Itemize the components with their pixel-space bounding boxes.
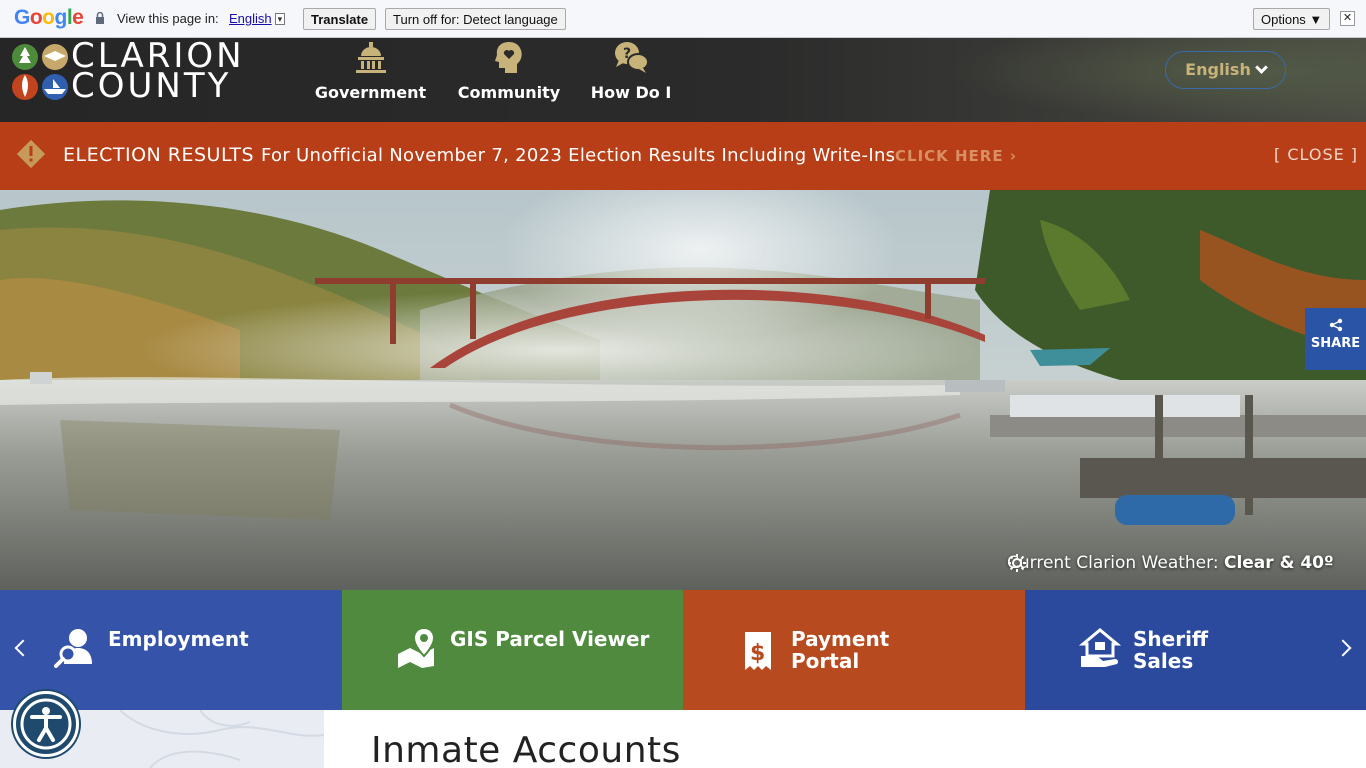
quick-link-gis-parcel-viewer[interactable]: GIS Parcel Viewer xyxy=(342,590,683,710)
sheriff-label-line1: Sheriff xyxy=(1133,627,1209,651)
share-label: SHARE xyxy=(1310,336,1361,351)
close-icon[interactable]: ✕ xyxy=(1340,11,1355,26)
hero-image: Current Clarion Weather: Clear & 40º xyxy=(0,190,1366,590)
weather-value: Clear & 40º xyxy=(1223,553,1334,573)
alert-close-button[interactable]: [ CLOSE ] xyxy=(1274,145,1358,164)
share-icon xyxy=(1329,318,1342,332)
question-chat-icon: ? xyxy=(615,42,649,73)
gis-parcel-viewer-label: GIS Parcel Viewer xyxy=(450,627,650,651)
logo-line-county: COUNTY xyxy=(71,66,232,106)
county-logo-icon[interactable] xyxy=(11,43,71,103)
share-button[interactable]: SHARE xyxy=(1305,308,1366,370)
svg-text:?: ? xyxy=(623,46,631,62)
chevron-down-icon xyxy=(1254,61,1268,74)
accessibility-icon xyxy=(20,698,72,750)
county-logo-text[interactable]: CLARION COUNTY xyxy=(71,39,245,106)
house-hand-icon xyxy=(1079,628,1121,667)
nav-label-how-do-i: How Do I xyxy=(590,83,672,102)
quick-link-payment-portal[interactable]: $ Payment Portal xyxy=(683,590,1025,710)
user-search-icon xyxy=(54,629,92,668)
map-pin-icon xyxy=(398,626,436,668)
sheriff-sales-label: Sheriff Sales xyxy=(1133,628,1208,672)
turn-off-button[interactable]: Turn off for: Detect language xyxy=(385,8,566,30)
sheriff-label-line2: Sales xyxy=(1133,649,1194,673)
language-dropdown[interactable]: English xyxy=(1165,51,1286,89)
payment-label-line1: Payment xyxy=(791,627,890,651)
site-header: CLARION COUNTY Government Community ? Ho… xyxy=(0,38,1366,122)
accessibility-button[interactable] xyxy=(13,691,79,757)
options-button[interactable]: Options ▼ xyxy=(1253,8,1331,30)
heart-head-icon xyxy=(495,42,522,73)
view-page-in-label: View this page in: xyxy=(117,11,219,26)
alert-click-here-link[interactable]: CLICK HERE › xyxy=(895,147,1017,165)
lock-icon xyxy=(96,12,104,24)
payment-label-line2: Portal xyxy=(791,649,860,673)
nav-item-how-do-i[interactable]: ? How Do I xyxy=(590,38,672,122)
nav-label-community: Community xyxy=(457,83,561,102)
svg-text:$: $ xyxy=(750,641,765,666)
language-select-value: English xyxy=(229,11,272,26)
header-background-foliage xyxy=(946,38,1366,122)
nav-item-government[interactable]: Government xyxy=(314,38,427,122)
nav-label-government: Government xyxy=(314,83,427,102)
google-translate-bar: Google View this page in: English ▾ Trans… xyxy=(0,0,1366,38)
translate-button[interactable]: Translate xyxy=(303,8,377,30)
quick-link-sheriff-sales[interactable]: Sheriff Sales xyxy=(1025,590,1366,710)
hero-landscape-image xyxy=(0,190,1366,590)
receipt-dollar-icon: $ xyxy=(745,632,771,670)
quick-links: Employment GIS Parcel Viewer $ Payment P… xyxy=(0,590,1366,710)
google-logo: Google xyxy=(14,6,84,29)
weather-widget: Current Clarion Weather: Clear & 40º xyxy=(1007,553,1334,573)
language-dropdown-label: English xyxy=(1185,60,1251,79)
sun-icon xyxy=(1008,554,1026,572)
employment-label: Employment xyxy=(108,627,249,651)
page-title: Inmate Accounts xyxy=(371,730,681,768)
nav-item-community[interactable]: Community xyxy=(455,38,563,122)
warning-icon xyxy=(16,139,46,169)
language-select[interactable]: English ▾ xyxy=(229,11,286,26)
alert-title: ELECTION RESULTS xyxy=(63,144,255,166)
capitol-icon xyxy=(355,42,386,73)
payment-portal-label: Payment Portal xyxy=(791,628,889,672)
chevron-down-icon: ▾ xyxy=(274,13,286,25)
weather-label: Current Clarion Weather: xyxy=(1007,553,1219,573)
alert-message: For Unofficial November 7, 2023 Election… xyxy=(261,145,896,166)
alert-banner: ELECTION RESULTS For Unofficial November… xyxy=(0,122,1366,190)
